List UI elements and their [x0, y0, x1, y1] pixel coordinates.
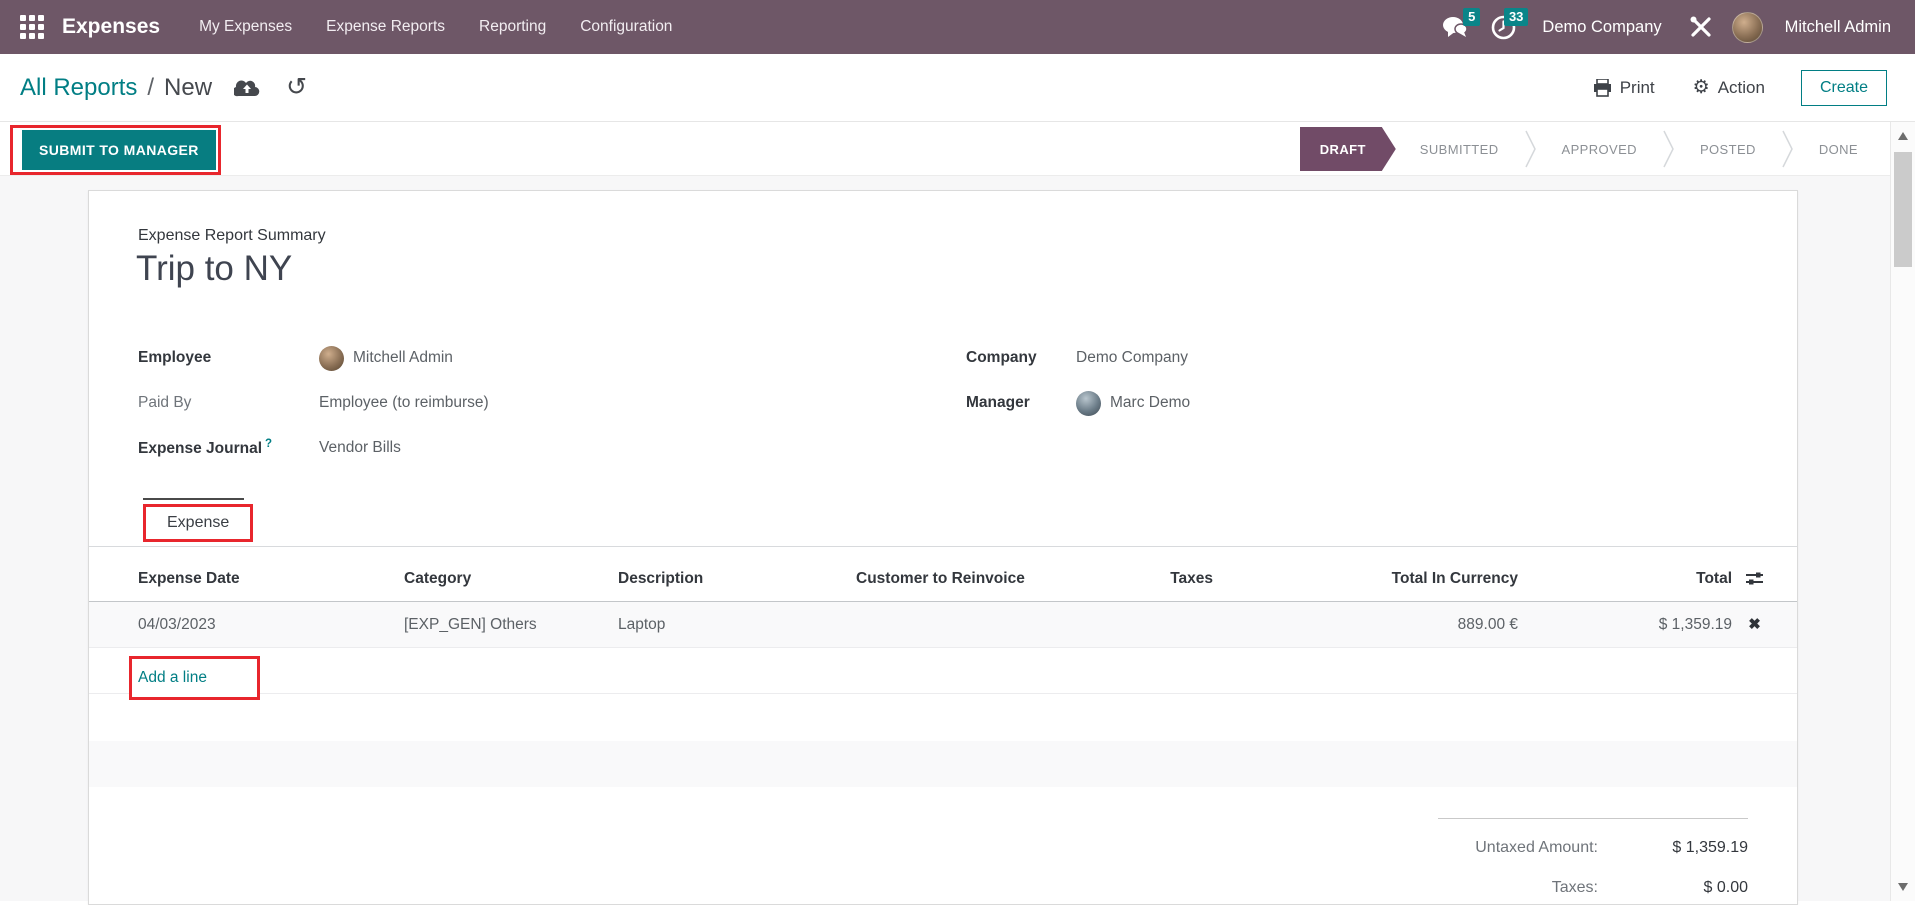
taxes-label: Taxes:	[1438, 879, 1598, 897]
totals-divider	[1438, 818, 1748, 819]
form-sheet: Expense Report Summary Trip to NY Employ…	[88, 190, 1798, 905]
statusbar: SUBMIT TO MANAGER DRAFT SUBMITTED APPROV…	[0, 122, 1915, 176]
nav-item-reporting[interactable]: Reporting	[462, 0, 563, 54]
employee-avatar	[319, 346, 344, 371]
control-panel: All Reports / New ↺ Print ⚙ Action Creat…	[0, 54, 1915, 122]
taxes-total-row: Taxes: $ 0.00	[1438, 871, 1748, 905]
printer-icon	[1593, 79, 1612, 97]
manager-avatar	[1076, 391, 1101, 416]
stage-posted[interactable]: POSTED	[1676, 127, 1780, 171]
stage-chevron-icon	[1523, 127, 1538, 171]
cell-expense-date[interactable]: 04/03/2023	[138, 616, 404, 634]
col-expense-date[interactable]: Expense Date	[138, 570, 404, 588]
manager-label: Manager	[966, 394, 1076, 412]
tabbar-divider	[89, 546, 1797, 547]
table-header-row: Expense Date Category Description Custom…	[89, 556, 1797, 602]
print-button[interactable]: Print	[1593, 78, 1655, 98]
create-button[interactable]: Create	[1801, 70, 1887, 106]
cell-category[interactable]: [EXP_GEN] Others	[404, 616, 618, 634]
untaxed-amount-row: Untaxed Amount: $ 1,359.19	[1438, 831, 1748, 865]
nav-item-my-expenses[interactable]: My Expenses	[182, 0, 309, 54]
add-line-row	[89, 648, 1797, 694]
save-cloud-icon[interactable]	[234, 78, 260, 98]
manager-field[interactable]: Marc Demo	[1076, 391, 1190, 416]
expense-journal-value: Vendor Bills	[319, 439, 401, 457]
manager-value: Marc Demo	[1110, 394, 1190, 412]
vertical-scrollbar[interactable]	[1890, 122, 1915, 901]
employee-field[interactable]: Mitchell Admin	[319, 346, 453, 371]
paid-by-field[interactable]: Employee (to reimburse)	[319, 394, 489, 412]
user-avatar[interactable]	[1732, 12, 1763, 43]
optional-columns-icon[interactable]	[1732, 571, 1777, 586]
company-label: Company	[966, 349, 1076, 367]
stage-chevron-icon	[1780, 127, 1795, 171]
add-line-annotation-box: Add a line	[129, 656, 260, 700]
messages-count-badge: 5	[1463, 8, 1480, 26]
stage-chevron-icon	[1661, 127, 1676, 171]
expense-journal-label: Expense Journal?	[138, 438, 319, 458]
debug-tools-icon[interactable]	[1684, 12, 1718, 42]
stage-done[interactable]: DONE	[1795, 127, 1882, 171]
breadcrumb-separator: /	[147, 74, 154, 102]
taxes-value: $ 0.00	[1598, 879, 1748, 897]
submit-annotation-box: SUBMIT TO MANAGER	[10, 125, 221, 175]
breadcrumb-current: New	[164, 74, 212, 102]
breadcrumb-parent[interactable]: All Reports	[20, 74, 137, 102]
action-label: Action	[1718, 78, 1765, 98]
col-customer-to-reinvoice[interactable]: Customer to Reinvoice	[856, 570, 1108, 588]
table-filler-stripe	[89, 741, 1797, 787]
col-description[interactable]: Description	[618, 570, 856, 588]
scroll-up-arrow[interactable]	[1898, 132, 1908, 140]
col-total[interactable]: Total	[1518, 570, 1732, 588]
col-taxes[interactable]: Taxes	[1108, 570, 1213, 588]
nav-item-configuration[interactable]: Configuration	[563, 0, 689, 54]
stage-approved[interactable]: APPROVED	[1538, 127, 1661, 171]
expense-line-row[interactable]: 04/03/2023 [EXP_GEN] Others Laptop 889.0…	[89, 602, 1797, 648]
company-field[interactable]: Demo Company	[1076, 349, 1188, 367]
nav-item-expense-reports[interactable]: Expense Reports	[309, 0, 462, 54]
paid-by-value: Employee (to reimburse)	[319, 394, 489, 412]
stage-submitted[interactable]: SUBMITTED	[1396, 127, 1523, 171]
user-menu[interactable]: Mitchell Admin	[1777, 18, 1899, 37]
delete-line-icon[interactable]: ✖	[1748, 616, 1761, 633]
employee-label: Employee	[138, 349, 319, 367]
untaxed-amount-label: Untaxed Amount:	[1438, 839, 1598, 857]
submit-to-manager-button[interactable]: SUBMIT TO MANAGER	[22, 130, 216, 170]
tab-top-border	[143, 498, 244, 500]
app-name[interactable]: Expenses	[62, 15, 160, 39]
scroll-down-arrow[interactable]	[1898, 883, 1908, 891]
gear-icon: ⚙	[1693, 78, 1710, 97]
scrollbar-thumb[interactable]	[1894, 152, 1912, 267]
tab-expense[interactable]: Expense	[143, 504, 253, 542]
col-total-in-currency[interactable]: Total In Currency	[1213, 570, 1518, 588]
cell-description[interactable]: Laptop	[618, 616, 856, 634]
help-question-icon[interactable]: ?	[265, 438, 272, 450]
paid-by-label: Paid By	[138, 394, 319, 412]
messages-icon[interactable]: 5	[1438, 12, 1472, 42]
top-navbar: Expenses My Expenses Expense Reports Rep…	[0, 0, 1915, 54]
activities-count-badge: 33	[1504, 8, 1528, 26]
company-value: Demo Company	[1076, 349, 1188, 367]
activities-clock-icon[interactable]: 33	[1486, 12, 1520, 42]
cell-total-in-currency[interactable]: 889.00 €	[1213, 616, 1518, 634]
cell-total[interactable]: $ 1,359.19	[1518, 616, 1732, 634]
col-category[interactable]: Category	[404, 570, 618, 588]
stage-draft[interactable]: DRAFT	[1300, 127, 1396, 171]
action-menu[interactable]: ⚙ Action	[1693, 78, 1765, 98]
discard-undo-icon[interactable]: ↺	[286, 75, 307, 100]
print-label: Print	[1620, 78, 1655, 98]
summary-field-label: Expense Report Summary	[138, 227, 326, 245]
status-pipeline: DRAFT SUBMITTED APPROVED POSTED DONE	[1300, 127, 1882, 171]
expense-journal-field[interactable]: Vendor Bills	[319, 439, 401, 457]
apps-grid-icon[interactable]	[12, 7, 52, 47]
form-view-background: Expense Report Summary Trip to NY Employ…	[0, 176, 1915, 901]
report-title[interactable]: Trip to NY	[136, 249, 292, 289]
add-a-line-link[interactable]: Add a line	[138, 669, 207, 687]
company-switcher[interactable]: Demo Company	[1534, 18, 1669, 37]
employee-value: Mitchell Admin	[353, 349, 453, 367]
untaxed-amount-value: $ 1,359.19	[1598, 839, 1748, 857]
